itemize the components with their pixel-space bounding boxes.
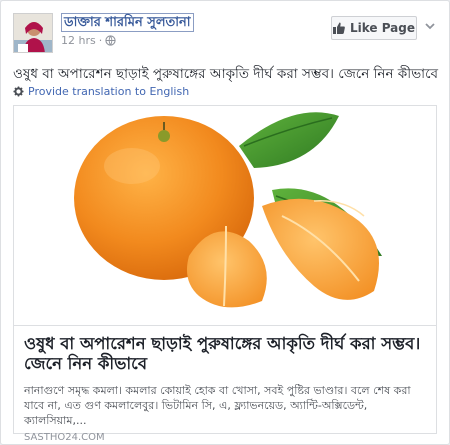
chevron-down-icon[interactable] <box>423 19 437 33</box>
avatar[interactable] <box>13 13 53 53</box>
translation-link[interactable]: Provide translation to English <box>13 85 189 98</box>
link-preview-image[interactable] <box>14 106 436 325</box>
post-timestamp[interactable]: 12 hrs <box>61 34 96 47</box>
post-meta: 12 hrs · <box>61 34 116 47</box>
orange-fruit-image <box>14 106 436 325</box>
link-preview-description: নানাগুণে সমৃদ্ধ কমলা। কমলার কোয়াই হোক ব… <box>24 384 411 427</box>
facebook-post-card: ডাক্তার শারমিন সুলতানা 12 hrs · Like Pag… <box>0 0 450 445</box>
avatar-image <box>14 14 52 52</box>
link-preview-body[interactable]: ওষুধ বা অপারেশন ছাড়াই পুরুষাঙ্গের আকৃতি… <box>14 325 436 443</box>
like-page-label: Like Page <box>349 21 416 35</box>
link-preview-card[interactable]: ওষুধ বা অপারেশন ছাড়াই পুরুষাঙ্গের আকৃতি… <box>13 105 437 443</box>
post-text: ওষুধ বা অপারেশন ছাড়াই পুরুষাঙ্গের আকৃতি… <box>13 66 439 82</box>
link-preview-domain: SASTHO24.COM <box>24 432 105 443</box>
author-name-link[interactable]: ডাক্তার শারমিন সুলতানা <box>61 13 194 32</box>
translation-label: Provide translation to English <box>28 85 190 98</box>
thumbs-up-icon <box>332 22 345 34</box>
post-header: ডাক্তার শারমিন সুলতানা 12 hrs · Like Pag… <box>13 13 437 53</box>
link-preview-title[interactable]: ওষুধ বা অপারেশন ছাড়াই পুরুষাঙ্গের আকৃতি… <box>24 334 426 374</box>
like-page-button[interactable]: Like Page <box>331 16 417 40</box>
globe-icon <box>105 35 116 46</box>
meta-separator: · <box>98 34 103 47</box>
gear-icon <box>13 86 24 97</box>
